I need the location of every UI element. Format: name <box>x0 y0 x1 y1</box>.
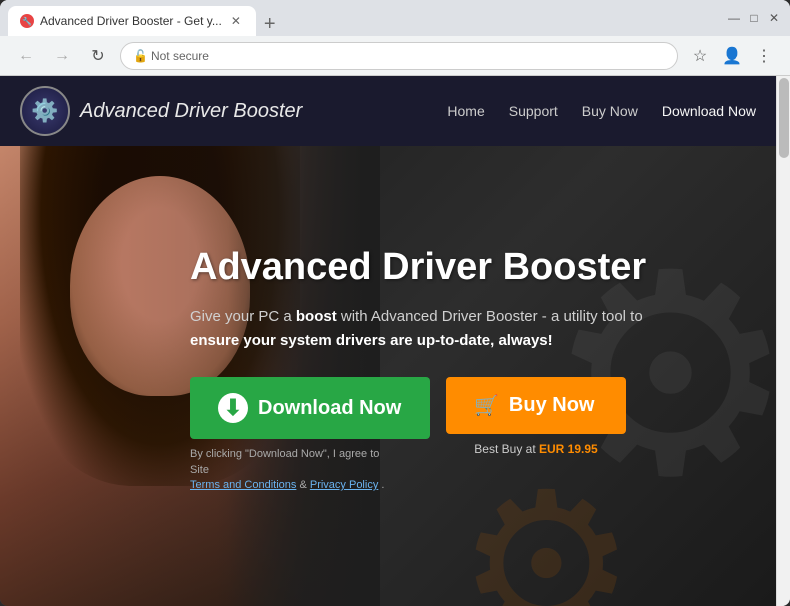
buynow-label: Buy Now <box>509 394 595 417</box>
cta-row: ⬇ Download Now By clicking "Download Now… <box>190 377 650 493</box>
window-controls: — □ ✕ <box>726 10 782 26</box>
lock-icon: 🔓 <box>133 49 148 63</box>
site-nav-links: Home Support Buy Now Download Now <box>447 103 756 119</box>
download-now-button[interactable]: ⬇ Download Now <box>190 377 430 439</box>
scrollbar[interactable] <box>776 76 790 606</box>
site-name: Advanced Driver Booster <box>80 100 302 123</box>
disclaimer-and: & <box>299 479 309 491</box>
gear-logo-icon: ⚙️ <box>31 98 58 124</box>
nav-support[interactable]: Support <box>509 103 558 119</box>
disclaimer-site: Site <box>190 464 209 476</box>
best-buy-label: Best Buy at <box>474 442 539 456</box>
tab-close-button[interactable]: ✕ <box>228 13 244 29</box>
hero-title: Advanced Driver Booster <box>190 246 650 289</box>
disclaimer-period: . <box>381 479 384 491</box>
forward-button[interactable]: → <box>48 42 76 70</box>
download-label: Download Now <box>258 397 401 420</box>
buy-info: Best Buy at EUR 19.95 <box>446 442 626 456</box>
scrollbar-thumb[interactable] <box>779 78 789 158</box>
title-bar: 🔧 Advanced Driver Booster - Get y... ✕ +… <box>0 0 790 36</box>
privacy-link[interactable]: Privacy Policy <box>310 479 378 491</box>
site-logo: ⚙️ Advanced Driver Booster <box>20 86 302 136</box>
profile-button[interactable]: 👤 <box>718 42 746 70</box>
disclaimer-line1: By clicking "Download Now", I agree to <box>190 448 379 460</box>
not-secure-indicator: 🔓 Not secure <box>133 49 209 63</box>
address-bar: ← → ↻ 🔓 Not secure ☆ 👤 ⋮ <box>0 36 790 76</box>
hero-content: Advanced Driver Booster Give your PC a b… <box>190 246 650 505</box>
download-group: ⬇ Download Now By clicking "Download Now… <box>190 377 430 493</box>
logo-icon: ⚙️ <box>20 86 70 136</box>
download-circle-icon: ⬇ <box>218 393 248 423</box>
toolbar-icons: ☆ 👤 ⋮ <box>686 42 778 70</box>
new-tab-button[interactable]: + <box>256 13 284 36</box>
tab-title: Advanced Driver Booster - Get y... <box>40 14 222 28</box>
buy-now-button[interactable]: 🛒 Buy Now <box>446 377 626 434</box>
nav-download-now[interactable]: Download Now <box>662 103 756 119</box>
cart-icon: 🛒 <box>474 393 499 418</box>
back-button[interactable]: ← <box>12 42 40 70</box>
disclaimer-text: By clicking "Download Now", I agree to S… <box>190 447 430 493</box>
hero-section: ⚙ ⚙ Advanced Driver Booster Give your PC… <box>0 146 776 606</box>
minimize-button[interactable]: — <box>726 10 742 26</box>
close-button[interactable]: ✕ <box>766 10 782 26</box>
refresh-button[interactable]: ↻ <box>84 42 112 70</box>
tab-favicon: 🔧 <box>20 14 34 28</box>
restore-button[interactable]: □ <box>746 10 762 26</box>
buynow-group: 🛒 Buy Now Best Buy at EUR 19.95 <box>446 377 626 456</box>
site-nav: ⚙️ Advanced Driver Booster Home Support … <box>0 76 776 146</box>
price-display: EUR 19.95 <box>539 442 598 456</box>
nav-home[interactable]: Home <box>447 103 484 119</box>
nav-buy-now[interactable]: Buy Now <box>582 103 638 119</box>
bookmark-button[interactable]: ☆ <box>686 42 714 70</box>
menu-button[interactable]: ⋮ <box>750 42 778 70</box>
browser-frame: 🔧 Advanced Driver Booster - Get y... ✕ +… <box>0 0 790 606</box>
hero-description: Give your PC a boost with Advanced Drive… <box>190 305 650 353</box>
url-bar[interactable]: 🔓 Not secure <box>120 42 678 70</box>
tab-area: 🔧 Advanced Driver Booster - Get y... ✕ + <box>8 0 722 36</box>
browser-tab[interactable]: 🔧 Advanced Driver Booster - Get y... ✕ <box>8 6 256 36</box>
website: ⚙️ Advanced Driver Booster Home Support … <box>0 76 776 606</box>
page-container: ⚙️ Advanced Driver Booster Home Support … <box>0 76 790 606</box>
terms-link[interactable]: Terms and Conditions <box>190 479 296 491</box>
